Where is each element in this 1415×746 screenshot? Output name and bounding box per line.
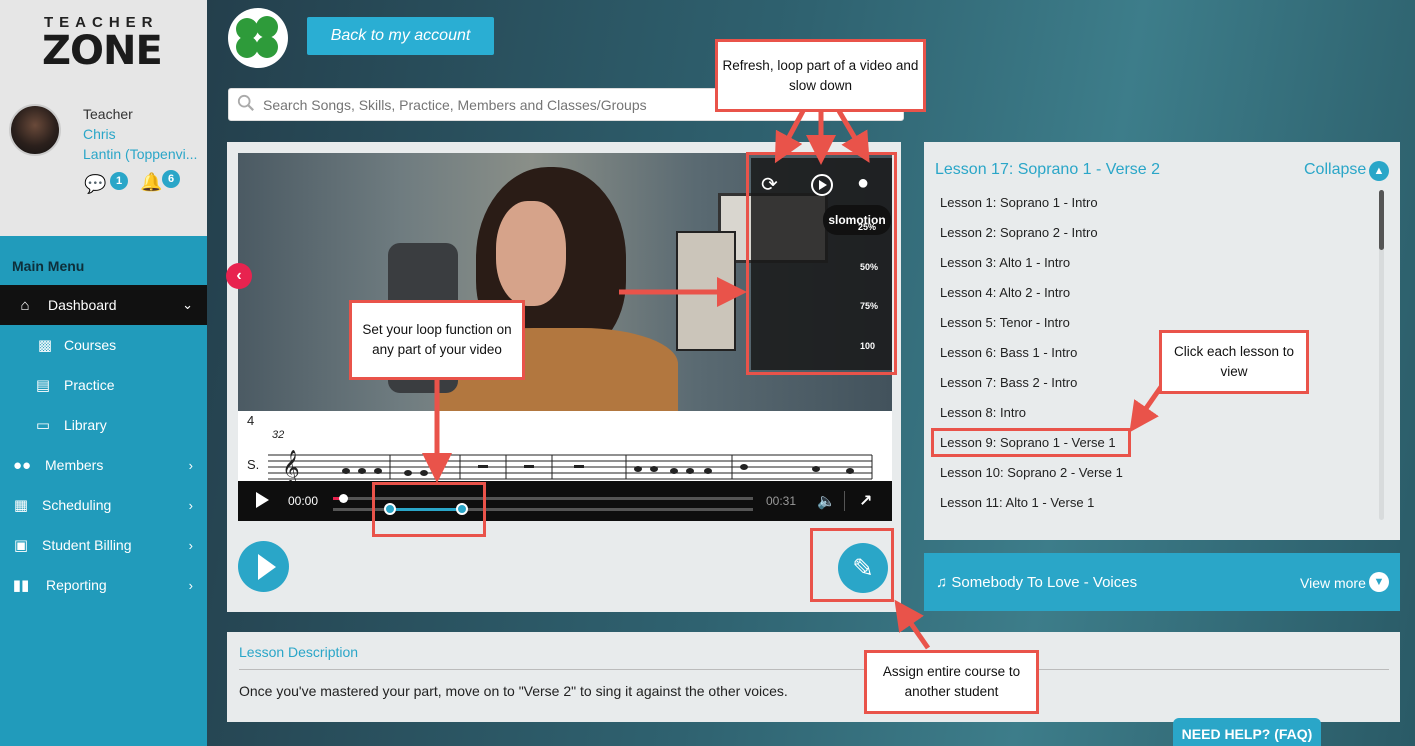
callout-loop: Set your loop function on any part of yo…	[349, 300, 525, 380]
callout-click-lesson: Click each lesson to view	[1159, 330, 1309, 394]
callout-refresh-loop-slow: Refresh, loop part of a video and slow d…	[715, 39, 926, 112]
callout-assign: Assign entire course to another student	[864, 650, 1039, 714]
